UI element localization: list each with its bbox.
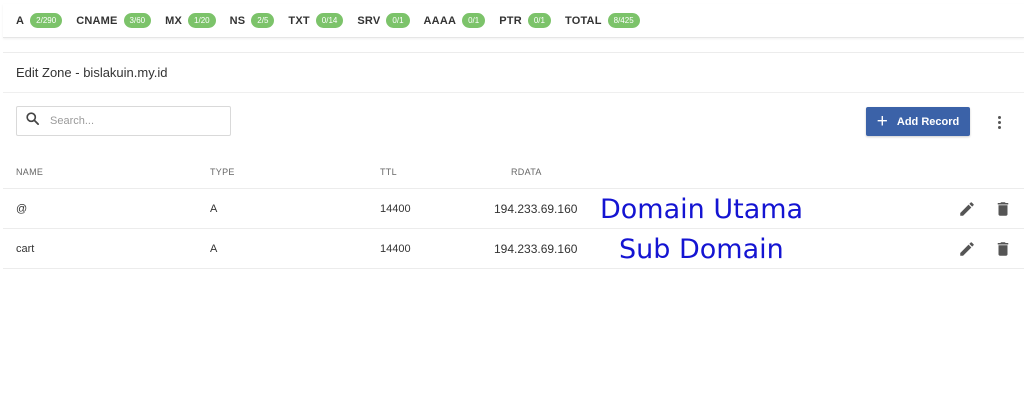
record-counts-bar: A 2/290 CNAME 3/60 MX 1/20 NS 2/5 TXT 0/…: [3, 4, 1024, 38]
record-ttl: 14400: [380, 243, 411, 255]
count-badge: 0/14: [315, 13, 344, 28]
count-badge: 2/290: [30, 13, 63, 28]
count-badge: 2/5: [251, 13, 275, 28]
record-type-label: CNAME: [76, 14, 118, 27]
count-badge: 0/1: [462, 13, 486, 28]
record-count-cname: CNAME 3/60: [76, 13, 152, 28]
panel-header: Edit Zone - bislakuin.my.id: [3, 53, 1024, 93]
search-input[interactable]: [50, 115, 220, 127]
record-count-ns: NS 2/5: [230, 13, 275, 28]
column-header-name: NAME: [16, 166, 44, 177]
count-badge: 1/20: [188, 13, 216, 28]
record-count-srv: SRV 0/1: [357, 13, 410, 28]
trash-icon[interactable]: [994, 200, 1012, 218]
annotation-label: Sub Domain: [619, 233, 784, 265]
table-row: @ A 14400 194.233.69.160 Domain Utama: [3, 189, 1024, 229]
column-header-type: TYPE: [210, 166, 235, 177]
table-header: NAME TYPE TTL RDATA: [3, 155, 1024, 189]
records-table: NAME TYPE TTL RDATA @ A 14400 194.233.69…: [3, 155, 1024, 269]
add-record-label: Add Record: [896, 115, 960, 128]
pencil-icon[interactable]: [958, 200, 976, 218]
column-header-ttl: TTL: [380, 166, 397, 177]
record-type-label: TOTAL: [564, 14, 602, 27]
record-type-label: PTR: [499, 14, 522, 27]
pencil-icon[interactable]: [958, 240, 976, 258]
record-count-mx: MX 1/20: [165, 13, 216, 28]
zone-editor-panel: Edit Zone - bislakuin.my.id + Add Record…: [3, 52, 1024, 272]
search-icon: [25, 111, 40, 131]
count-badge: 8/425: [607, 13, 640, 28]
record-type-label: MX: [165, 14, 183, 27]
record-type-label: SRV: [357, 14, 381, 27]
record-type: A: [210, 203, 218, 215]
record-count-a: A 2/290: [16, 13, 63, 28]
search-box[interactable]: [16, 106, 231, 136]
record-count-txt: TXT 0/14: [288, 13, 344, 28]
record-rdata: 194.233.69.160: [494, 242, 578, 256]
record-type-label: AAAA: [423, 14, 457, 27]
add-record-button[interactable]: + Add Record: [866, 107, 970, 136]
record-ttl: 14400: [380, 203, 411, 215]
record-type-label: TXT: [288, 14, 310, 27]
record-count-total: TOTAL 8/425: [565, 13, 640, 28]
more-options-icon[interactable]: [989, 111, 1009, 133]
count-badge: 0/1: [386, 13, 410, 28]
count-badge: 0/1: [527, 13, 551, 28]
trash-icon[interactable]: [994, 240, 1012, 258]
record-count-ptr: PTR 0/1: [499, 13, 551, 28]
record-rdata: 194.233.69.160: [494, 202, 578, 216]
record-name: cart: [16, 243, 35, 255]
column-header-rdata: RDATA: [511, 166, 542, 177]
count-badge: 3/60: [123, 13, 152, 28]
record-name: @: [16, 203, 28, 215]
record-type: A: [210, 243, 218, 255]
record-type-label: A: [16, 14, 25, 27]
record-type-label: NS: [229, 14, 246, 27]
table-row: cart A 14400 194.233.69.160 Sub Domain: [3, 229, 1024, 269]
page-title: Edit Zone - bislakuin.my.id: [16, 65, 168, 80]
annotation-label: Domain Utama: [600, 193, 804, 225]
record-count-aaaa: AAAA 0/1: [424, 13, 486, 28]
plus-icon: +: [876, 111, 888, 132]
